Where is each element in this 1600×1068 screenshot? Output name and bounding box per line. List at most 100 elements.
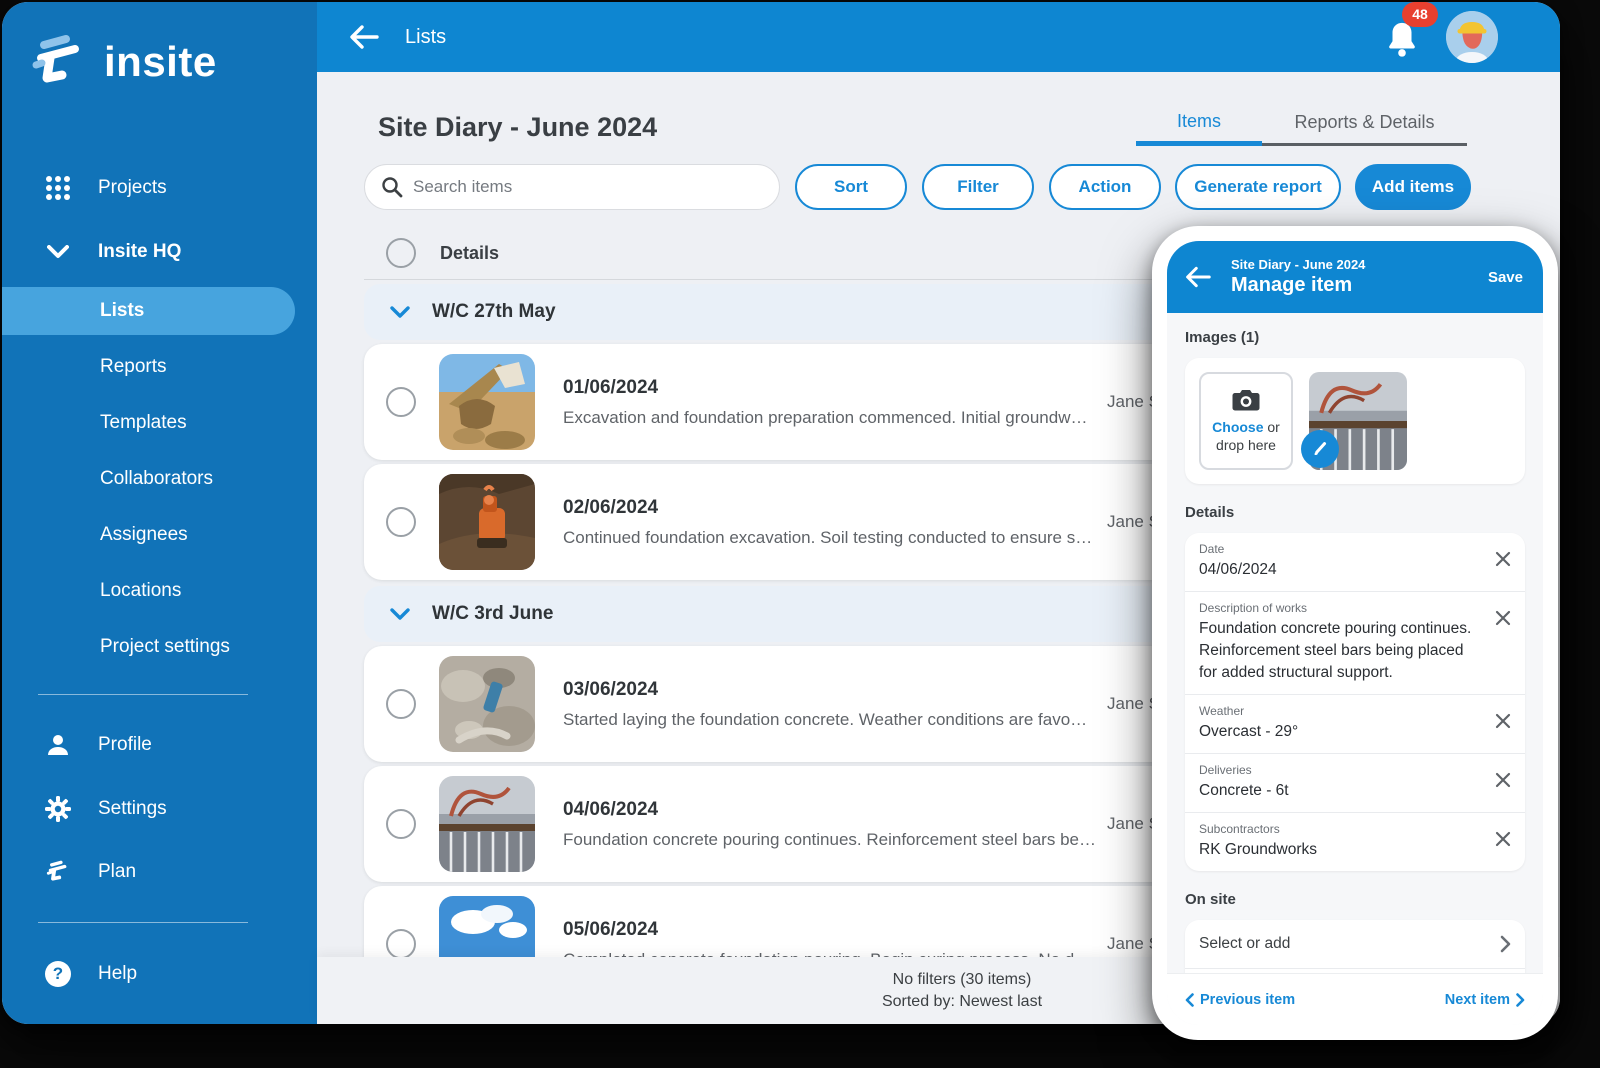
select-or-add-row[interactable]: Select or add	[1185, 920, 1525, 968]
chevron-down-icon	[390, 608, 410, 621]
row-checkbox[interactable]	[386, 387, 416, 417]
sort-button[interactable]: Sort	[795, 164, 907, 210]
tab-reports-details[interactable]: Reports & Details	[1262, 102, 1467, 146]
item-thumbnail	[439, 776, 535, 872]
previous-item-button[interactable]: Previous item	[1185, 992, 1295, 1008]
row-checkbox[interactable]	[386, 809, 416, 839]
add-items-button[interactable]: Add items	[1355, 164, 1471, 210]
panel-header: Site Diary - June 2024 Manage item Save	[1167, 241, 1543, 313]
item-description: Foundation concrete pouring continues. R…	[563, 830, 1118, 850]
clear-field-icon[interactable]	[1495, 772, 1511, 788]
clear-field-icon[interactable]	[1495, 713, 1511, 729]
back-arrow-icon[interactable]	[349, 25, 379, 49]
row-checkbox[interactable]	[386, 929, 416, 959]
item-date: 01/06/2024	[563, 377, 1118, 399]
field-description-of-works[interactable]: Description of works Foundation concrete…	[1185, 591, 1525, 694]
sidebar-item-profile[interactable]: Profile	[2, 722, 317, 768]
item-text: 01/06/2024 Excavation and foundation pre…	[563, 377, 1118, 428]
page-title: Site Diary - June 2024	[378, 112, 657, 143]
avatar[interactable]	[1446, 11, 1498, 63]
sidebar-item-label: Plan	[98, 861, 136, 883]
clear-field-icon[interactable]	[1495, 551, 1511, 567]
field-value: Overcast - 29°	[1199, 721, 1481, 743]
images-section-label: Images (1)	[1185, 329, 1525, 346]
tab-items[interactable]: Items	[1136, 102, 1262, 146]
item-text: 02/06/2024 Continued foundation excavati…	[563, 497, 1118, 548]
upload-text: Choose or drop here	[1212, 418, 1280, 454]
sidebar-divider	[38, 694, 248, 695]
sidebar-item-projects[interactable]: Projects	[2, 165, 317, 211]
sidebar-item-assignees[interactable]: Assignees	[100, 524, 188, 546]
item-date: 02/06/2024	[563, 497, 1118, 519]
item-description: Excavation and foundation preparation co…	[563, 408, 1118, 428]
sidebar-item-settings[interactable]: Settings	[2, 786, 317, 832]
action-button[interactable]: Action	[1049, 164, 1161, 210]
field-value: Concrete - 6t	[1199, 780, 1481, 802]
item-description: Continued foundation excavation. Soil te…	[563, 528, 1118, 548]
clear-field-icon[interactable]	[1495, 610, 1511, 626]
help-icon: ?	[44, 961, 72, 987]
details-card: Date 04/06/2024 Description of works Fou…	[1185, 533, 1525, 871]
sidebar-item-collaborators[interactable]: Collaborators	[100, 468, 213, 490]
field-label: Weather	[1199, 704, 1481, 718]
sidebar-item-label: Projects	[98, 177, 167, 199]
sidebar-divider	[38, 922, 248, 923]
brand-name: insite	[104, 38, 217, 86]
sidebar-item-locations[interactable]: Locations	[100, 580, 181, 602]
item-thumbnail	[439, 656, 535, 752]
field-value: 04/06/2024	[1199, 559, 1481, 581]
search-box	[364, 164, 780, 210]
chevron-down-icon	[390, 306, 410, 319]
sidebar-item-label: Help	[98, 963, 137, 985]
on-site-section-label: On site	[1185, 891, 1525, 908]
item-date: 03/06/2024	[563, 679, 1118, 701]
clear-field-icon[interactable]	[1495, 831, 1511, 847]
row-checkbox[interactable]	[386, 507, 416, 537]
sidebar-item-label: Lists	[100, 300, 144, 322]
topbar-title: Lists	[405, 26, 446, 49]
edit-image-brush-icon[interactable]	[1301, 430, 1339, 468]
manage-item-panel: Site Diary - June 2024 Manage item Save …	[1152, 226, 1558, 1040]
chevron-right-icon	[1516, 993, 1525, 1007]
field-weather[interactable]: Weather Overcast - 29°	[1185, 694, 1525, 753]
choose-file-link[interactable]: Choose	[1212, 419, 1263, 435]
item-thumbnail	[439, 354, 535, 450]
group-label: W/C 3rd June	[432, 603, 553, 625]
manage-item-panel-inner: Site Diary - June 2024 Manage item Save …	[1167, 241, 1543, 1025]
sidebar-item-lists[interactable]: Lists	[2, 287, 295, 335]
gear-icon	[44, 796, 72, 822]
sidebar-item-reports[interactable]: Reports	[100, 356, 167, 378]
field-value: Foundation concrete pouring continues. R…	[1199, 618, 1481, 684]
search-icon	[381, 176, 403, 198]
search-input[interactable]	[413, 177, 763, 197]
chevron-left-icon	[1185, 993, 1194, 1007]
field-date[interactable]: Date 04/06/2024	[1185, 533, 1525, 591]
details-section-label: Details	[1185, 504, 1525, 521]
sidebar-item-plan[interactable]: Plan	[2, 849, 317, 895]
sidebar-item-help[interactable]: ? Help	[2, 951, 317, 997]
panel-back-arrow-icon[interactable]	[1185, 266, 1211, 288]
field-deliveries[interactable]: Deliveries Concrete - 6t	[1185, 753, 1525, 812]
image-upload-dropzone[interactable]: Choose or drop here	[1199, 372, 1293, 470]
person-icon	[44, 733, 72, 757]
sidebar-item-insite-hq[interactable]: Insite HQ	[2, 229, 317, 275]
select-all-checkbox[interactable]	[386, 238, 416, 268]
plan-brand-icon	[44, 859, 72, 885]
field-subcontractors[interactable]: Subcontractors RK Groundworks	[1185, 812, 1525, 871]
camera-icon	[1232, 388, 1260, 412]
sidebar-item-project-settings[interactable]: Project settings	[100, 636, 230, 658]
images-card: Choose or drop here	[1185, 358, 1525, 484]
generate-report-button[interactable]: Generate report	[1175, 164, 1341, 210]
sidebar-item-label: Insite HQ	[98, 241, 181, 263]
next-item-button[interactable]: Next item	[1445, 992, 1525, 1008]
row-checkbox[interactable]	[386, 689, 416, 719]
sidebar-item-templates[interactable]: Templates	[100, 412, 187, 434]
filter-button[interactable]: Filter	[922, 164, 1034, 210]
uploaded-image[interactable]	[1309, 372, 1407, 470]
field-label: Subcontractors	[1199, 822, 1481, 836]
brand-logo: insite	[28, 34, 217, 90]
save-button[interactable]: Save	[1488, 269, 1523, 286]
notifications-bell-icon[interactable]: 48	[1384, 20, 1420, 63]
item-thumbnail	[439, 474, 535, 570]
topbar: Lists 48	[317, 2, 1560, 72]
